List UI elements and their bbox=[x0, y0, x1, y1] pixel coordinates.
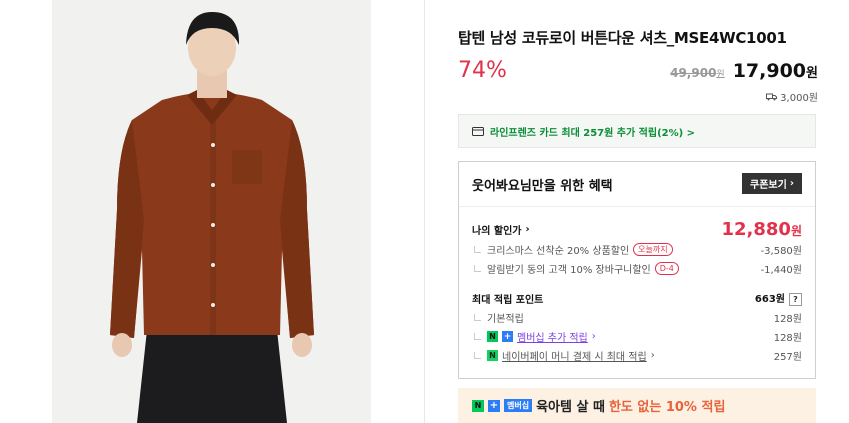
points-row-membership[interactable]: N + 멤버십 추가 적립 › 128원 bbox=[472, 329, 802, 344]
max-points-value: 663원 bbox=[754, 294, 785, 305]
chevron-right-icon: › bbox=[789, 178, 794, 189]
discount-tag: 오늘까지 bbox=[633, 243, 673, 256]
discount-row: 크리스마스 선착순 20% 상품할인 오늘까지 -3,580원 bbox=[472, 242, 802, 257]
chevron-right-icon: › bbox=[525, 224, 530, 235]
max-points-row: 최대 적립 포인트 663원? bbox=[472, 290, 802, 306]
chevron-right-icon: › bbox=[650, 350, 655, 361]
shipping-fee: 3,000원 bbox=[766, 89, 818, 104]
membership-badge: 멤버십 bbox=[504, 399, 533, 412]
points-value: 128원 bbox=[773, 333, 802, 344]
promo-text: 육아템 살 때 bbox=[536, 400, 605, 415]
benefit-heading: 웃어봐요님만을 위한 혜택 bbox=[472, 179, 613, 194]
model-shirt-photo bbox=[52, 0, 371, 423]
truck-icon bbox=[766, 93, 778, 100]
plus-icon: + bbox=[488, 399, 500, 412]
max-points-label: 최대 적립 포인트 bbox=[472, 294, 544, 306]
card-benefit-banner[interactable]: 라인프렌즈 카드 최대 257원 추가 적립(2%) > bbox=[458, 114, 816, 148]
price-row: 49,900원 17,900원 bbox=[670, 60, 818, 82]
original-price: 49,900원 bbox=[670, 66, 725, 80]
chevron-right-icon: › bbox=[591, 331, 596, 342]
discount-label: 크리스마스 선착순 20% 상품할인 bbox=[487, 246, 630, 257]
points-value: 257원 bbox=[773, 352, 802, 363]
naver-n-icon: N bbox=[472, 399, 484, 412]
membership-promo-banner[interactable]: N + 멤버십 육아템 살 때 한도 없는 10% 적립 bbox=[458, 388, 816, 423]
product-image[interactable] bbox=[52, 0, 371, 423]
discount-row: 알림받기 동의 고객 10% 장바구니할인 D-4 -1,440원 bbox=[472, 261, 802, 276]
membership-points-link[interactable]: 멤버십 추가 적립 bbox=[517, 329, 588, 344]
shipping-fee-text: 3,000원 bbox=[780, 93, 818, 104]
benefit-divider bbox=[459, 206, 815, 207]
credit-card-icon bbox=[472, 126, 484, 136]
discount-rate: 74% bbox=[458, 58, 507, 83]
help-icon[interactable]: ? bbox=[789, 293, 802, 306]
points-row-naverpay[interactable]: N 네이버페이 머니 결제 시 최대 적립 › 257원 bbox=[472, 348, 802, 363]
points-row: 기본적립 128원 bbox=[472, 310, 802, 325]
plus-icon: + bbox=[502, 331, 513, 342]
card-banner-text: 라인프렌즈 카드 최대 257원 추가 적립(2%) > bbox=[490, 127, 696, 139]
my-price: 12,880원 bbox=[721, 219, 802, 240]
naverpay-points-link[interactable]: 네이버페이 머니 결제 시 최대 적립 bbox=[502, 348, 647, 363]
points-value: 128원 bbox=[773, 314, 802, 325]
benefit-box: 웃어봐요님만을 위한 혜택 쿠폰보기 › 나의 할인가 › 12,880원 크리스마… bbox=[458, 161, 816, 379]
column-divider bbox=[424, 0, 425, 423]
naver-pay-icon: N bbox=[487, 350, 498, 361]
coupon-view-button[interactable]: 쿠폰보기 › bbox=[742, 173, 802, 194]
discount-value: -3,580원 bbox=[760, 246, 802, 257]
product-title: 탑텐 남성 코듀로이 버튼다운 셔츠_MSE4WC1001 bbox=[458, 29, 787, 47]
my-price-label: 나의 할인가 bbox=[472, 226, 522, 237]
naver-n-icon: N bbox=[487, 331, 498, 342]
discount-value: -1,440원 bbox=[760, 265, 802, 276]
points-label: 기본적립 bbox=[472, 310, 524, 325]
sale-price: 17,900원 bbox=[732, 60, 818, 82]
discount-label: 알림받기 동의 고객 10% 장바구니할인 bbox=[487, 265, 651, 276]
promo-highlight: 한도 없는 10% 적립 bbox=[608, 400, 726, 415]
discount-tag: D-4 bbox=[654, 262, 679, 275]
my-price-row[interactable]: 나의 할인가 › 12,880원 bbox=[472, 219, 802, 240]
